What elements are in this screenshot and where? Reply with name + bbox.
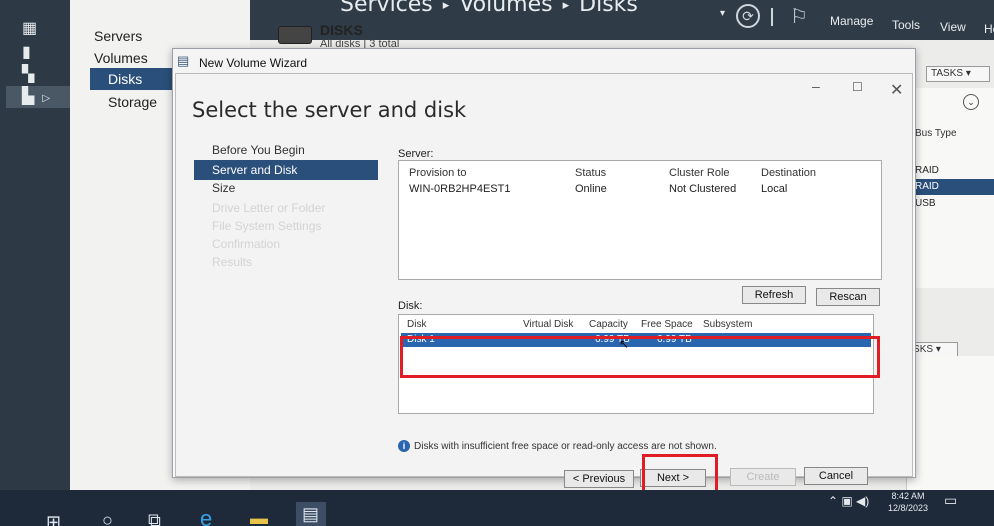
- previous-button[interactable]: < Previous: [564, 470, 634, 488]
- server-status: Online: [575, 183, 607, 195]
- disks-list-panel: ⌄ Bus Type RAID RAID USB: [906, 88, 994, 288]
- annotation-highlight-box: [400, 336, 880, 378]
- step-drive-letter-or-folder: Drive Letter or Folder: [212, 201, 326, 215]
- start-windows-icon[interactable]: ⊞: [46, 512, 61, 526]
- annotation-highlight-box: [642, 454, 718, 494]
- column-header-capacity[interactable]: Capacity: [589, 319, 628, 330]
- disk-icon: [278, 26, 312, 44]
- server-manager-taskbar-icon[interactable]: ▤: [296, 502, 326, 526]
- column-header-status[interactable]: Status: [575, 167, 606, 179]
- dialog-titlebar[interactable]: ▤ New Volume Wizard: [173, 49, 915, 73]
- column-header-virtual-disk[interactable]: Virtual Disk: [523, 319, 573, 330]
- local-server-icon[interactable]: ▮: [22, 42, 31, 62]
- wizard-content: – ☐ ✕ Select the server and disk Before …: [175, 73, 913, 494]
- info-icon: i: [398, 440, 410, 452]
- table-row[interactable]: RAID: [907, 179, 994, 195]
- breadcrumb-volumes[interactable]: Volumes: [459, 0, 552, 17]
- all-servers-icon[interactable]: ▚: [22, 64, 34, 84]
- file-storage-services-icon[interactable]: ▙ ▷: [6, 86, 70, 108]
- disks-title: DISKS: [320, 22, 363, 38]
- breadcrumb-separator: ▸: [442, 0, 450, 13]
- system-clock[interactable]: 8:42 AM 12/8/2023: [888, 490, 928, 514]
- info-text: Disks with insufficient free space or re…: [414, 441, 717, 452]
- wizard-app-icon: ▤: [177, 53, 190, 68]
- tasks-dropdown-button[interactable]: TASKS ▾: [926, 66, 990, 82]
- refresh-icon[interactable]: ⟳: [736, 4, 760, 28]
- action-center-icon[interactable]: ▭: [944, 492, 957, 509]
- table-row[interactable]: USB: [907, 196, 994, 212]
- step-server-and-disk[interactable]: Server and Disk: [194, 160, 378, 180]
- expand-arrow-icon: ▷: [42, 93, 51, 104]
- history-dropdown-icon[interactable]: ▾: [720, 8, 725, 19]
- server-destination: Local: [761, 183, 788, 195]
- step-file-system-settings: File System Settings: [212, 219, 322, 233]
- collapse-chevron-icon[interactable]: ⌄: [963, 94, 979, 110]
- maximize-icon[interactable]: ☐: [852, 80, 863, 94]
- breadcrumb: Services ▸ Volumes ▸ Disks: [340, 0, 638, 17]
- nav-item-volumes[interactable]: Volumes: [94, 50, 148, 66]
- info-message: i Disks with insufficient free space or r…: [398, 440, 717, 452]
- dashboard-icon[interactable]: ▦: [22, 18, 37, 38]
- column-header-disk[interactable]: Disk: [407, 319, 426, 330]
- menu-help[interactable]: He: [984, 22, 994, 36]
- task-view-icon[interactable]: ⧉: [148, 510, 161, 526]
- new-volume-wizard-dialog: ▤ New Volume Wizard – ☐ ✕ Select the ser…: [172, 48, 916, 494]
- server-cluster-role: Not Clustered: [669, 183, 737, 195]
- page-title: Select the server and disk: [192, 98, 467, 122]
- clock-time: 8:42 AM: [891, 491, 925, 501]
- cancel-button[interactable]: Cancel: [804, 467, 868, 485]
- create-button: Create: [730, 468, 796, 486]
- close-icon[interactable]: ✕: [890, 80, 903, 100]
- breadcrumb-separator: ▸: [562, 0, 570, 13]
- column-header-destination[interactable]: Destination: [761, 167, 816, 179]
- clock-date: 12/8/2023: [888, 503, 929, 513]
- disk-label: Disk:: [398, 300, 423, 312]
- step-size[interactable]: Size: [194, 178, 378, 198]
- notifications-flag-icon[interactable]: ⚐: [790, 4, 808, 29]
- nav-item-servers[interactable]: Servers: [94, 28, 142, 44]
- step-confirmation: Confirmation: [212, 237, 281, 251]
- internet-explorer-icon[interactable]: e: [200, 506, 212, 526]
- rescan-button[interactable]: Rescan: [816, 288, 880, 306]
- step-before-you-begin[interactable]: Before You Begin: [194, 140, 378, 160]
- breadcrumb-disks: Disks: [579, 0, 638, 17]
- column-header-provision-to[interactable]: Provision to: [409, 167, 466, 179]
- refresh-button[interactable]: Refresh: [742, 286, 806, 304]
- server-manager-icon-bar: ▦ ▮ ▚ ▙ ▷: [0, 0, 70, 500]
- minimize-icon[interactable]: –: [812, 78, 820, 94]
- server-table: Provision to Status Cluster Role Destina…: [398, 160, 882, 280]
- tasks-label: TASKS: [931, 68, 964, 79]
- system-tray-icons[interactable]: ⌃ ▣ ◀): [828, 494, 869, 508]
- divider: [771, 8, 773, 26]
- taskbar: ⊞ ○ ⧉ e ▬ ▤ ⌃ ▣ ◀) 8:42 AM 12/8/2023 ▭: [0, 490, 994, 526]
- search-icon[interactable]: ○: [102, 510, 113, 526]
- column-header-free-space[interactable]: Free Space: [641, 319, 693, 330]
- file-explorer-icon[interactable]: ▬: [250, 508, 268, 526]
- column-header-subsystem[interactable]: Subsystem: [703, 319, 752, 330]
- breadcrumb-services[interactable]: Services: [340, 0, 433, 17]
- menu-view[interactable]: View: [940, 20, 966, 34]
- menu-manage[interactable]: Manage: [830, 14, 873, 28]
- menu-tools[interactable]: Tools: [892, 18, 920, 32]
- step-results: Results: [212, 255, 253, 269]
- nav-item-storage-pools[interactable]: Storage: [108, 94, 157, 110]
- server-name: WIN-0RB2HP4EST1: [409, 183, 511, 195]
- column-header-bus-type[interactable]: Bus Type: [915, 128, 957, 139]
- server-label: Server:: [398, 148, 434, 160]
- dialog-title: New Volume Wizard: [199, 56, 308, 70]
- column-header-cluster-role[interactable]: Cluster Role: [669, 167, 730, 179]
- table-row[interactable]: RAID: [907, 163, 994, 179]
